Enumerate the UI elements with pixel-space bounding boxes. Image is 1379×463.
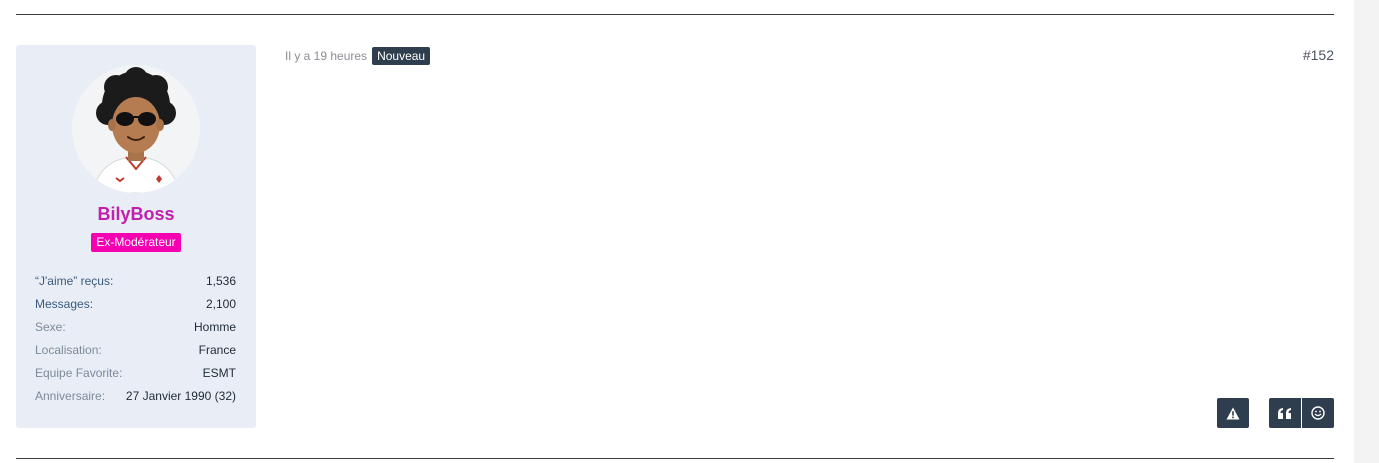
stat-label-likes[interactable]: “J'aime” reçus: <box>35 271 113 294</box>
post-number[interactable]: #152 <box>1303 46 1334 65</box>
stat-row-team: Equipe Favorite: ESMT <box>35 363 236 386</box>
react-button[interactable] <box>1302 398 1334 428</box>
post-time[interactable]: Il y a 19 heures <box>285 49 367 63</box>
quote-button[interactable] <box>1269 398 1301 428</box>
report-button[interactable] <box>1217 398 1249 428</box>
stat-value-location: France <box>198 343 236 357</box>
stat-label-team: Equipe Favorite: <box>35 366 123 380</box>
role-badge: Ex-Modérateur <box>91 233 181 252</box>
stat-value-team: ESMT <box>202 366 236 380</box>
stat-row-messages: Messages: 2,100 <box>35 294 236 317</box>
user-stats: “J'aime” reçus: 1,536 Messages: 2,100 Se… <box>35 271 236 409</box>
stat-value-messages: 2,100 <box>205 297 236 311</box>
top-divider <box>16 14 1334 15</box>
avatar-illustration <box>72 65 200 193</box>
post-meta: Il y a 19 heures Nouveau <box>285 46 431 65</box>
quote-icon <box>1278 407 1291 419</box>
warning-icon <box>1226 407 1240 419</box>
stat-row-sex: Sexe: Homme <box>35 317 236 340</box>
scrollbar-track[interactable] <box>1354 0 1379 463</box>
stat-label-birthday: Anniversaire: <box>35 389 106 403</box>
bottom-divider <box>16 458 1334 459</box>
avatar[interactable] <box>72 65 200 193</box>
stat-value-birthday: 27 Janvier 1990 (32) <box>125 389 236 403</box>
user-card: BilyBoss Ex-Modérateur “J'aime” reçus: 1… <box>16 45 256 428</box>
stat-row-location: Localisation: France <box>35 340 236 363</box>
username[interactable]: BilyBoss <box>16 204 256 225</box>
stat-label-messages[interactable]: Messages: <box>35 294 93 317</box>
stat-value-likes: 1,536 <box>205 274 236 288</box>
stat-label-sex: Sexe: <box>35 320 66 334</box>
stat-value-sex: Homme <box>193 320 236 334</box>
role-badge-container: Ex-Modérateur <box>16 233 256 252</box>
new-badge: Nouveau <box>372 46 431 65</box>
stat-label-location: Localisation: <box>35 343 102 357</box>
smiley-icon <box>1311 406 1325 420</box>
stat-row-birthday: Anniversaire: 27 Janvier 1990 (32) <box>35 386 236 409</box>
stat-row-likes: “J'aime” reçus: 1,536 <box>35 271 236 294</box>
